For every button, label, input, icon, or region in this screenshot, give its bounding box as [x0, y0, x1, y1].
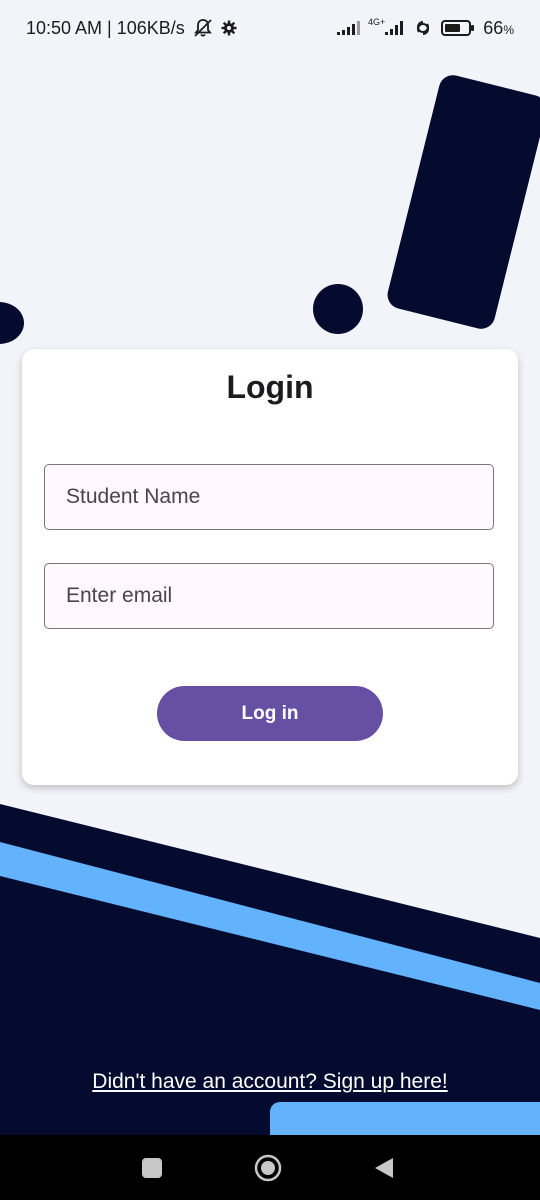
back-icon[interactable]: [372, 1156, 396, 1180]
home-icon[interactable]: [254, 1154, 282, 1182]
battery-percent: 66%: [483, 17, 514, 38]
student-name-input[interactable]: [44, 464, 494, 530]
email-input[interactable]: [44, 563, 494, 629]
login-card: Login Log in: [22, 349, 518, 785]
signal-icon: [336, 20, 361, 36]
status-left: 10:50 AM | 106KB/s: [26, 18, 237, 39]
login-title: Login: [226, 369, 314, 405]
decorative-circle: [313, 284, 363, 334]
status-bar: 10:50 AM | 106KB/s 4G+ 66%: [0, 0, 540, 56]
status-time-speed: 10:50 AM | 106KB/s: [26, 17, 185, 38]
settings-gear-icon: [221, 20, 237, 36]
decorative-circle-left: [0, 302, 24, 344]
network-label: 4G+: [368, 16, 386, 27]
hotspot-icon: [413, 18, 433, 38]
signup-link[interactable]: Didn't have an account? Sign up here!: [0, 1070, 540, 1094]
login-button[interactable]: Log in: [157, 686, 383, 741]
network-signal-icon: 4G+: [368, 16, 405, 36]
battery-icon: [441, 19, 475, 37]
navigation-bar: [0, 1135, 540, 1200]
decorative-rectangle: [384, 72, 540, 332]
mute-icon: [193, 18, 213, 38]
status-right: 4G+ 66%: [336, 16, 514, 39]
recents-icon[interactable]: [141, 1157, 163, 1179]
